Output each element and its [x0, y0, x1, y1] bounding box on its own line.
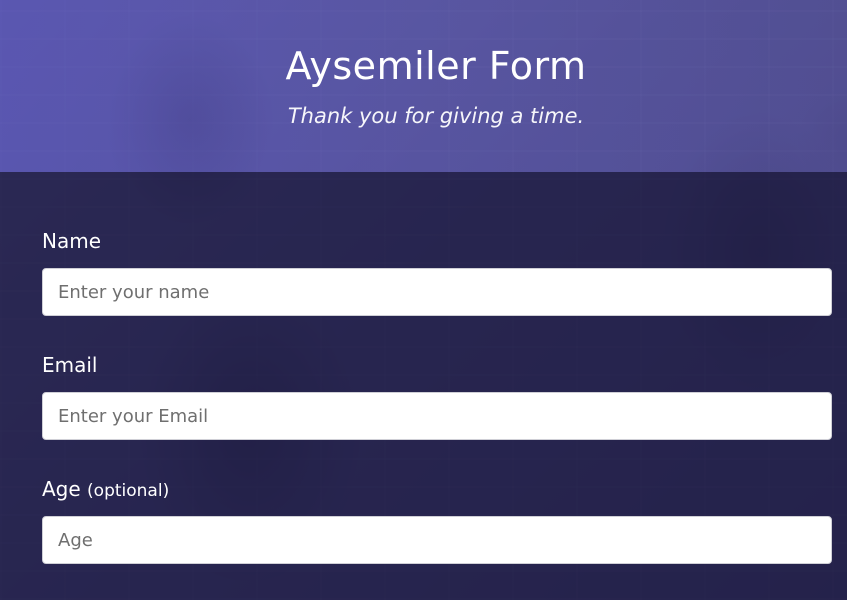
email-label-text: Email	[42, 353, 98, 377]
age-optional-hint: (optional)	[87, 481, 170, 501]
name-input[interactable]	[42, 268, 832, 316]
email-label: Email	[42, 353, 98, 377]
age-input[interactable]	[42, 516, 832, 564]
age-label-text: Age	[42, 477, 81, 501]
form-header: Aysemiler Form Thank you for giving a ti…	[0, 0, 847, 172]
name-label-text: Name	[42, 229, 102, 253]
age-label: Age (optional)	[42, 477, 169, 501]
email-input[interactable]	[42, 392, 832, 440]
page-subtitle: Thank you for giving a time.	[287, 104, 585, 128]
name-label: Name	[42, 229, 101, 253]
page-title: Aysemiler Form	[285, 44, 587, 88]
